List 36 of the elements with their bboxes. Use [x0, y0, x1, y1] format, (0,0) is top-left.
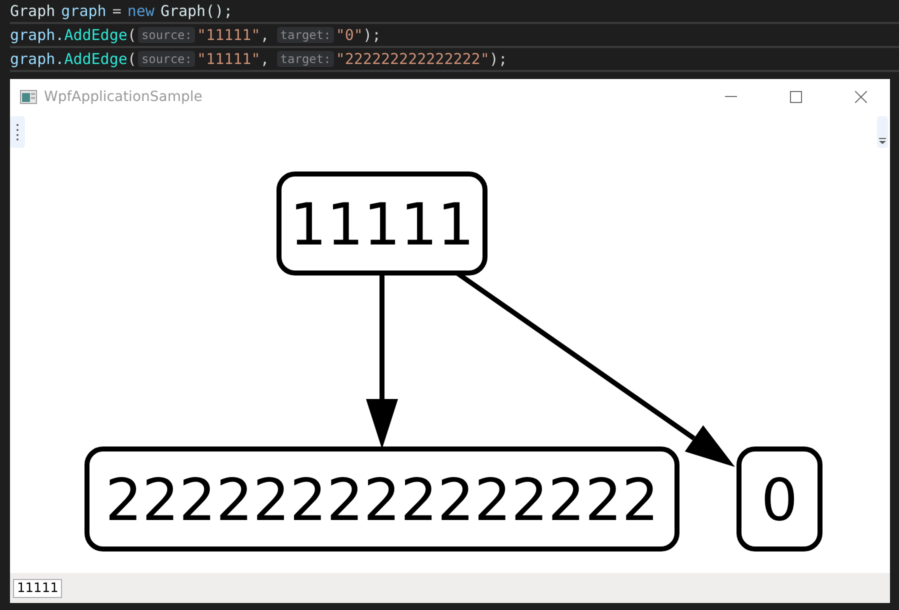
minimize-icon — [725, 96, 737, 98]
graph-node: 11111 — [276, 172, 488, 276]
code-token: ); — [362, 26, 381, 44]
toolbar-grip[interactable] — [10, 116, 25, 148]
parameter-hint: target: — [277, 51, 334, 67]
graph-node: 0 — [736, 446, 822, 552]
code-token: AddEdge — [64, 50, 128, 68]
code-token: Graph — [10, 2, 56, 20]
graph-node: 222222222222222 — [84, 446, 680, 552]
code-token: new — [127, 2, 154, 20]
code-token: graph. — [10, 26, 64, 44]
code-token: AddEdge — [64, 26, 128, 44]
code-token: Graph(); — [160, 2, 233, 20]
toolbar-overflow-button[interactable] — [877, 116, 888, 148]
window-icon — [20, 90, 37, 104]
code-token: "222222222222222" — [336, 50, 490, 68]
status-label: 11111 — [13, 578, 62, 598]
overflow-icon — [879, 138, 886, 144]
code-token: "11111" — [197, 50, 260, 68]
code-token: graph — [61, 2, 106, 20]
code-token: graph. — [10, 50, 64, 68]
code-token: ( — [127, 50, 136, 68]
code-token: ); — [489, 50, 508, 68]
parameter-hint: source: — [138, 27, 196, 43]
parameter-hint: target: — [277, 27, 334, 43]
code-token: "11111" — [197, 26, 260, 44]
close-icon — [855, 90, 867, 102]
code-token: "0" — [336, 26, 363, 44]
parameter-hint: source: — [138, 51, 196, 67]
code-token: , — [260, 50, 270, 68]
code-token: , — [260, 26, 270, 44]
code-token: ( — [127, 26, 136, 44]
code-token: = — [112, 2, 122, 20]
window-title: WpfApplicationSample — [44, 88, 204, 104]
maximize-icon — [790, 90, 802, 102]
grip-icon — [16, 122, 19, 140]
